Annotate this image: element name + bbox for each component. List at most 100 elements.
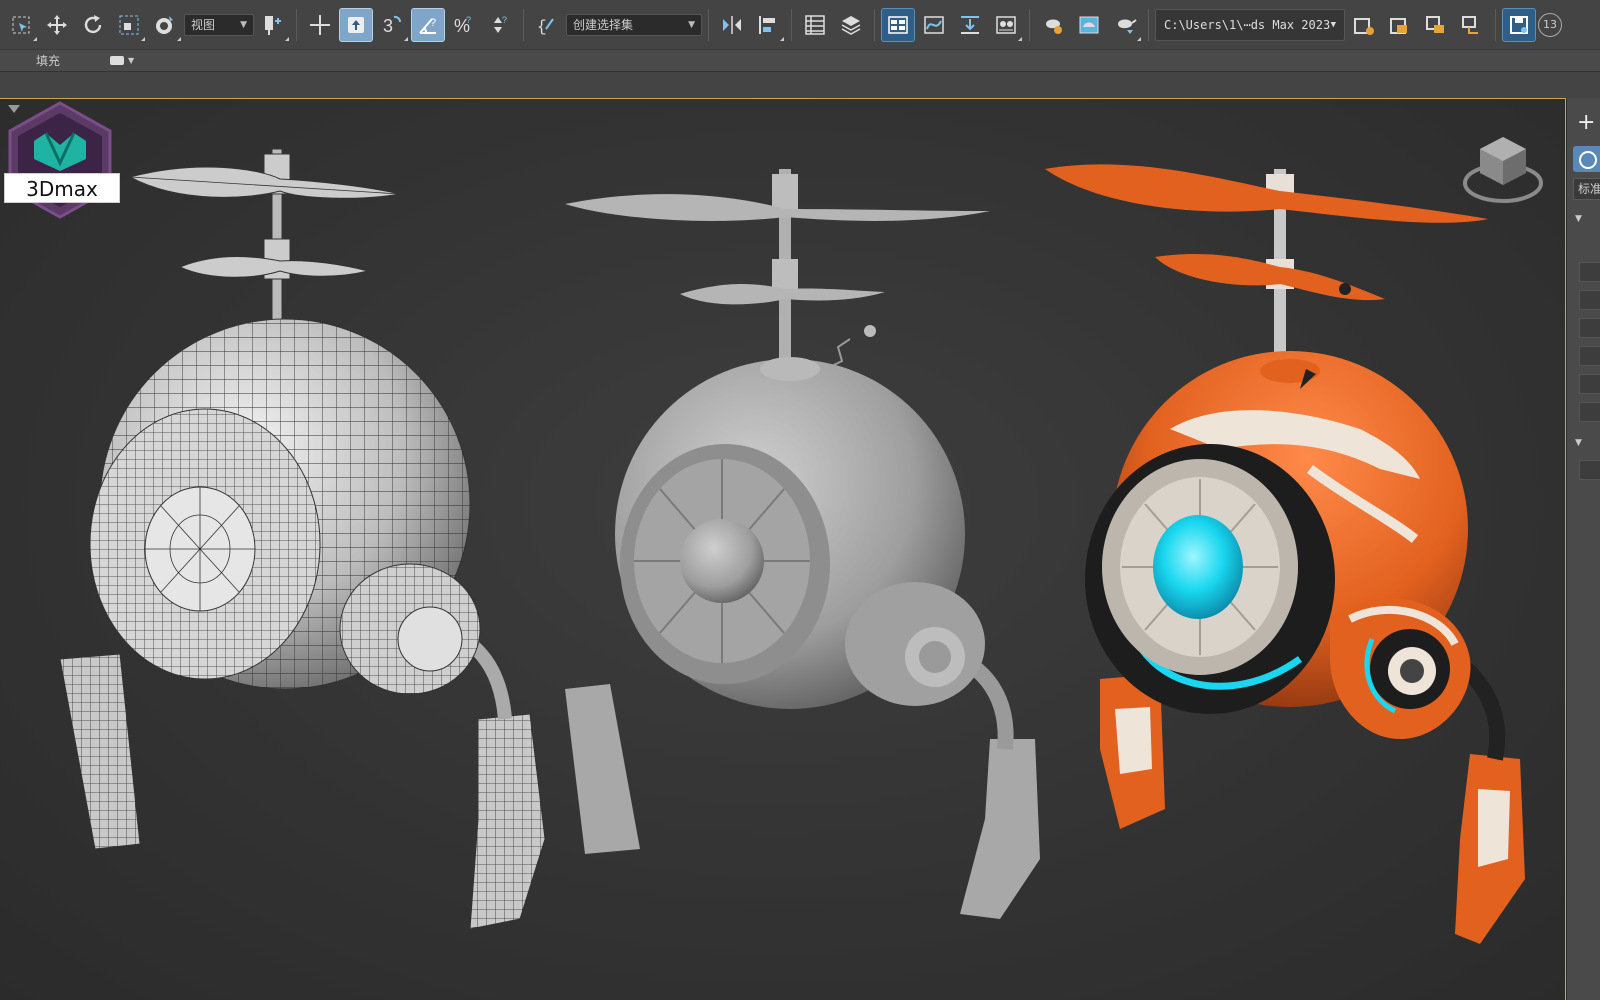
reference-coord-dropdown[interactable]: 视图 ▼ (184, 13, 254, 36)
chevron-down-icon: ▼ (688, 19, 695, 30)
ribbon-fill-label[interactable]: 填充 (36, 52, 60, 69)
named-selection-icon: { (537, 18, 554, 36)
toolbar-separator (1148, 8, 1149, 41)
rollout-collapse-icon[interactable]: ▼ (1575, 438, 1582, 448)
ribbon-options-toggle[interactable]: ▼ (110, 56, 134, 65)
toolbar-separator (296, 8, 297, 41)
spinner-icon: ? (494, 15, 507, 33)
named-selection-value: 创建选择集 (573, 18, 634, 32)
toolbar-separator (791, 8, 792, 41)
rendered-frame-window-button[interactable] (1072, 8, 1106, 42)
save-icon (1510, 15, 1528, 34)
svg-text:{: { (537, 18, 547, 36)
svg-text:?: ? (502, 15, 507, 25)
place-button[interactable] (148, 8, 182, 42)
scene-explorer-button[interactable] (798, 8, 832, 42)
perspective-viewport[interactable]: 3Dmax (0, 98, 1566, 1000)
standard-primitives-dropdown[interactable]: 标准 (1573, 178, 1600, 200)
scale-icon (119, 15, 139, 34)
angle-snap-button[interactable]: ? (411, 7, 445, 42)
toolbar-separator (1029, 8, 1030, 41)
svg-text:?: ? (466, 15, 471, 25)
project-folder-button[interactable] (1347, 8, 1381, 42)
project-new-button[interactable] (1419, 8, 1453, 42)
project-path-value: C:\Users\1\⋯ds Max 2023 (1164, 17, 1331, 32)
snap-icon: 3 (383, 15, 401, 36)
crosshair-icon (310, 14, 330, 35)
curve-editor-button[interactable] (917, 8, 951, 42)
name-field[interactable] (1579, 460, 1600, 480)
list-icon (805, 14, 825, 35)
project-path-field[interactable]: C:\Users\1\⋯ds Max 2023 ▼ (1155, 8, 1345, 41)
textured-robot[interactable] (1045, 164, 1525, 944)
chevron-down-icon: ▼ (240, 19, 247, 30)
object-type-button[interactable] (1579, 346, 1600, 366)
snap-toggle-button[interactable]: 3 (375, 8, 409, 42)
object-type-button[interactable] (1579, 290, 1600, 310)
ribbon-icon (888, 15, 908, 34)
keyboard-override-icon (348, 16, 364, 33)
3dmax-logo: 3Dmax (4, 101, 120, 219)
render-setup-icon (1046, 19, 1062, 34)
teapot-icon (1118, 18, 1137, 34)
new-project-icon (1426, 15, 1444, 33)
project-open-button[interactable] (1383, 8, 1417, 42)
mirror-icon (723, 15, 741, 34)
render-setup-button[interactable] (1036, 8, 1070, 42)
toolbar-separator (874, 8, 875, 41)
angle-snap-icon: ? (419, 17, 436, 34)
rotate-icon (84, 14, 102, 33)
object-type-button[interactable] (1579, 262, 1600, 282)
render-production-button[interactable] (1108, 8, 1142, 42)
curve-icon (924, 15, 944, 34)
named-selection-dropdown[interactable]: 创建选择集 ▼ (566, 13, 702, 36)
wireframe-robot[interactable] (59, 148, 546, 930)
select-manipulate-button[interactable] (303, 8, 337, 42)
ribbon-options-icon (110, 56, 125, 65)
object-type-button[interactable] (1579, 374, 1600, 394)
percent-snap-button[interactable]: %? (447, 8, 481, 42)
chevron-down-icon: ▼ (1330, 19, 1336, 30)
object-type-button[interactable] (1579, 318, 1600, 338)
align-button[interactable] (751, 8, 785, 42)
layer-explorer-button[interactable] (834, 8, 868, 42)
plus-icon[interactable]: + (1577, 112, 1595, 134)
select-object-button[interactable] (4, 8, 38, 42)
object-type-button[interactable] (1579, 402, 1600, 422)
keyboard-shortcut-toggle-button[interactable] (339, 7, 373, 42)
reference-coord-value: 视图 (191, 18, 216, 32)
logo-text: 3Dmax (4, 173, 120, 203)
pivot-center-button[interactable] (256, 8, 290, 42)
select-icon (12, 16, 30, 33)
toggle-ribbon-button[interactable] (881, 7, 915, 42)
geometry-category-button[interactable] (1573, 146, 1600, 172)
align-icon (759, 15, 775, 34)
schematic-view-button[interactable] (953, 8, 987, 42)
project-folder-icon (1354, 17, 1374, 35)
viewcube[interactable] (1460, 133, 1546, 213)
toolbar-separator (523, 8, 524, 41)
autosave-button[interactable] (1502, 7, 1536, 42)
scale-button[interactable] (112, 8, 146, 42)
rotate-button[interactable] (76, 8, 110, 42)
clay-robot[interactable] (565, 169, 1040, 919)
layers-icon (841, 15, 861, 35)
svg-text:?: ? (430, 17, 436, 29)
mirror-button[interactable] (715, 8, 749, 42)
rollout-collapse-icon[interactable]: ▼ (1575, 214, 1582, 224)
project-tree-button[interactable] (1455, 8, 1489, 42)
pivot-icon (265, 15, 281, 35)
command-panel: + 标准 ▼ ▼ (1566, 98, 1600, 1000)
schematic-icon (961, 15, 979, 34)
viewport-count-badge[interactable]: 13 (1538, 12, 1562, 37)
toolbar-separator (1495, 8, 1496, 41)
chevron-down-icon: ▼ (128, 56, 135, 65)
snap-digit: 3 (383, 16, 393, 36)
move-icon (47, 14, 67, 35)
spinner-snap-button[interactable]: ? (483, 8, 517, 42)
main-toolbar: 视图 ▼ 3 ? %? ? { 创建选择集 ▼ C:\Users\1\⋯ds M… (0, 0, 1600, 50)
material-editor-button[interactable] (989, 8, 1023, 42)
edit-named-selection-button[interactable]: { (530, 8, 564, 42)
move-button[interactable] (40, 8, 74, 42)
viewport-scene (59, 148, 1525, 944)
